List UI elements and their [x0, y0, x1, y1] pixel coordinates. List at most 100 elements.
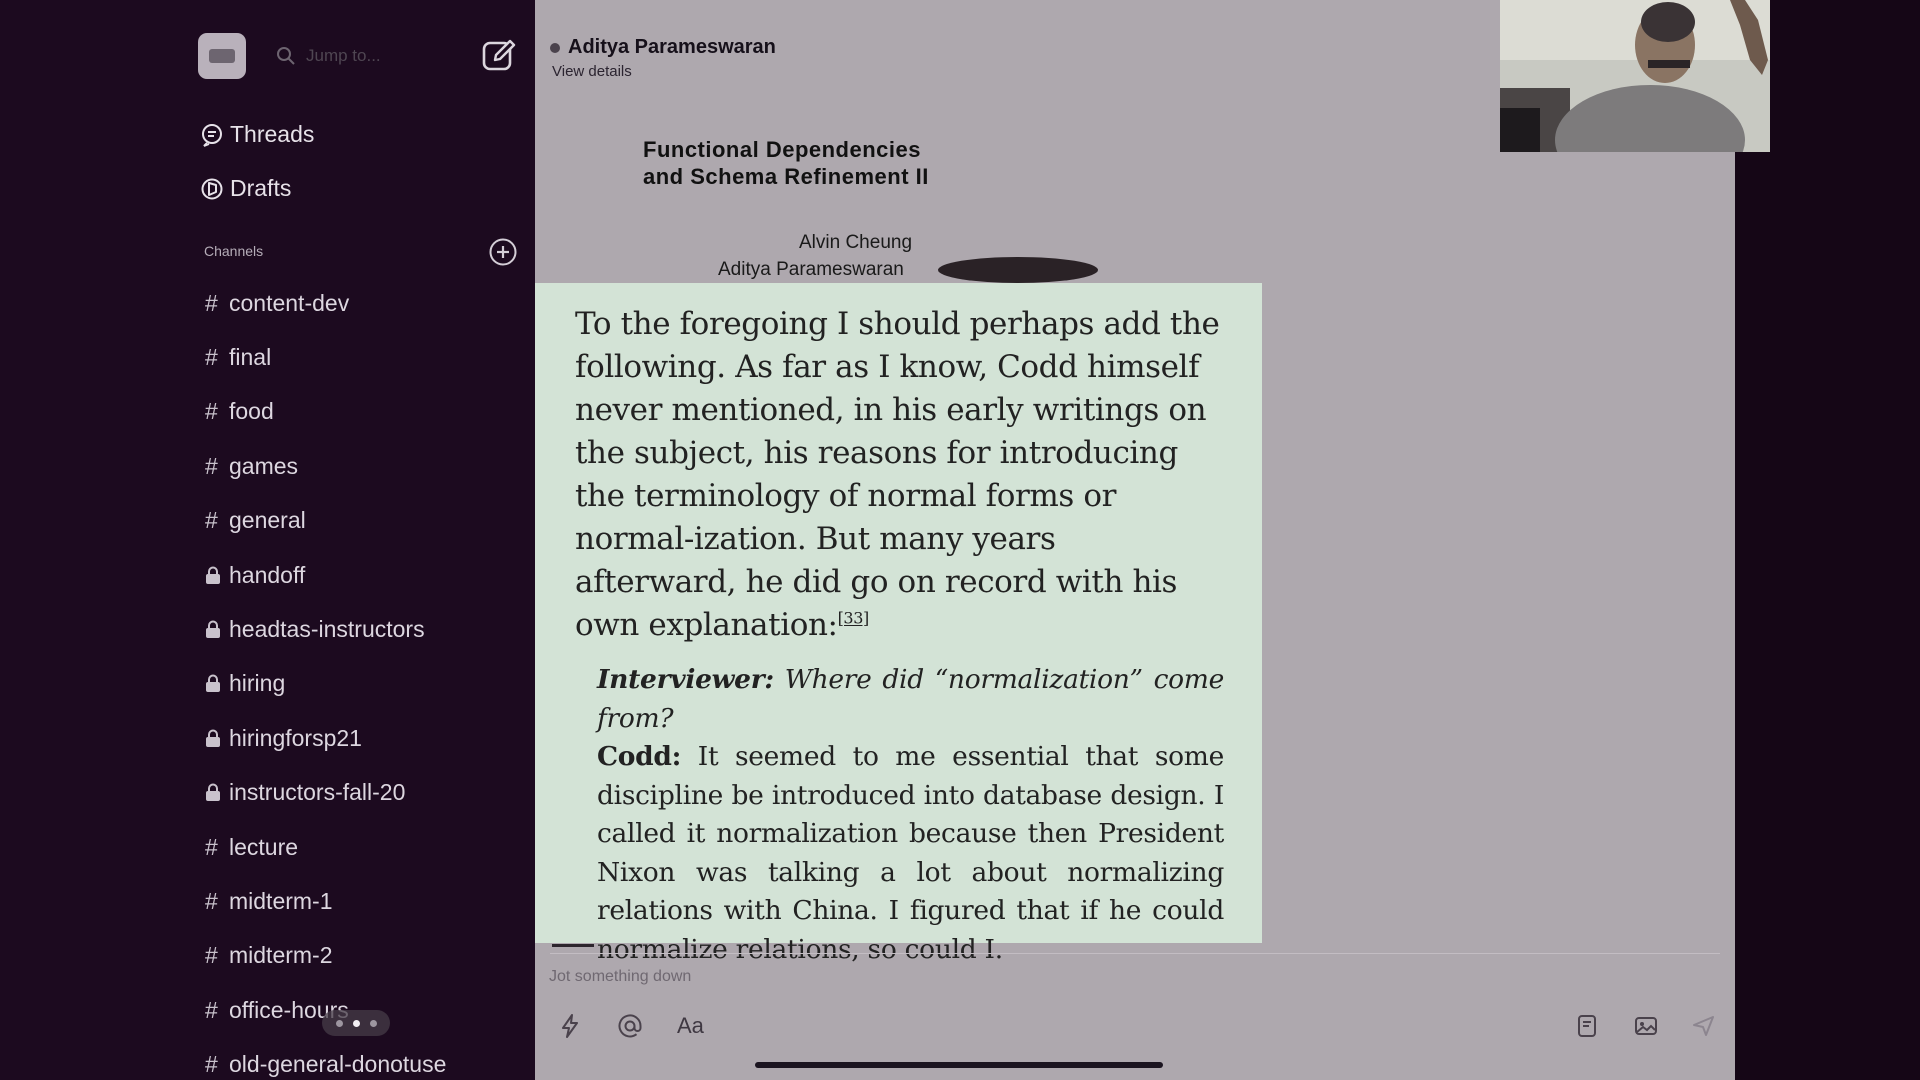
lock-icon — [206, 729, 220, 747]
search-placeholder: Jump to... — [306, 46, 381, 65]
channel-name: content-dev — [229, 289, 350, 316]
conversation-name[interactable]: Aditya Parameswaran — [568, 36, 776, 59]
scroll-marker — [552, 944, 594, 947]
lock-icon-wrap — [205, 674, 229, 693]
lock-icon — [206, 566, 220, 584]
image-icon[interactable] — [1633, 1013, 1659, 1039]
codd-line: Codd: It seemed to me essential that som… — [597, 738, 1224, 969]
channel-name: final — [229, 343, 272, 370]
channel-item[interactable]: # games — [205, 449, 298, 483]
nav-drafts[interactable]: Drafts — [200, 175, 291, 202]
channel-item[interactable]: instructors-fall-20 — [205, 776, 405, 810]
slide-title-line2: and Schema Refinement II — [643, 164, 929, 189]
channels-header[interactable]: Channels — [204, 243, 263, 259]
interviewer-line: Interviewer: Where did “normalization” c… — [597, 661, 1224, 738]
page-indicator — [322, 1010, 390, 1036]
codd-label: Codd: — [597, 741, 682, 772]
hash-icon: # — [205, 833, 218, 860]
hash-icon: # — [205, 343, 218, 370]
lock-icon-wrap — [205, 566, 229, 585]
channel-name: midterm-1 — [229, 887, 333, 914]
lock-icon-wrap — [205, 729, 229, 748]
composer-actions — [1575, 1013, 1717, 1039]
quote-card: To the foregoing I should perhaps add th… — [535, 283, 1262, 965]
main-pane: Aditya Parameswaran View details Functio… — [535, 0, 1735, 1080]
slide-title: Functional Dependencies and Schema Refin… — [643, 136, 929, 190]
hash-icon: # — [205, 289, 218, 316]
channel-item[interactable]: # final — [205, 340, 271, 374]
footnote-ref: [33] — [837, 608, 870, 628]
composer-toolbar: Aa — [557, 1013, 704, 1039]
drafts-icon — [201, 178, 223, 199]
channel-name: old-general-donotuse — [229, 1051, 447, 1078]
page-dot — [369, 1019, 377, 1027]
channel-item[interactable]: handoff — [205, 558, 305, 592]
channel-item[interactable]: # general — [205, 504, 306, 538]
hash-icon: # — [205, 942, 218, 969]
page-dot — [335, 1019, 343, 1027]
channel-item[interactable]: hiringforsp21 — [205, 721, 362, 755]
mention-icon[interactable] — [617, 1013, 643, 1039]
channel-name: games — [229, 452, 299, 479]
hash-icon: # — [205, 452, 218, 479]
slide-author: Alvin Cheung — [799, 232, 913, 253]
channel-name: hiring — [229, 670, 286, 697]
hash-icon: # — [205, 1051, 218, 1078]
send-icon[interactable] — [1691, 1013, 1717, 1039]
interview-block: Interviewer: Where did “normalization” c… — [597, 661, 1224, 969]
threads-icon — [202, 123, 222, 147]
home-indicator — [755, 1062, 1163, 1068]
conversation-header: Aditya Parameswaran View details — [550, 36, 776, 80]
add-channel-icon[interactable] — [488, 237, 518, 267]
format-text-button[interactable]: Aa — [677, 1013, 704, 1039]
channel-item[interactable]: # old-general-donotuse — [205, 1048, 446, 1080]
nav-threads-label: Threads — [230, 121, 315, 147]
slide-author: Aditya Parameswaran — [718, 259, 904, 280]
lock-icon — [206, 620, 220, 638]
channel-item[interactable]: # content-dev — [205, 286, 349, 320]
participant-video-frame — [1500, 0, 1770, 152]
channel-item[interactable]: # midterm-2 — [205, 939, 333, 973]
lock-icon-wrap — [205, 783, 229, 802]
video-thumbnail[interactable] — [1500, 0, 1770, 152]
workspace-icon[interactable] — [198, 33, 246, 79]
search-icon — [277, 47, 295, 65]
lock-icon — [206, 674, 220, 693]
compose-icon[interactable] — [480, 36, 518, 74]
hash-icon: # — [205, 996, 218, 1023]
slide-title-line1: Functional Dependencies — [643, 137, 921, 162]
shortcuts-lightning-icon[interactable] — [557, 1013, 583, 1039]
composer-divider — [550, 953, 1720, 954]
right-gutter — [1735, 152, 1920, 1080]
channel-name: headtas-instructors — [229, 615, 425, 642]
view-details-link[interactable]: View details — [552, 63, 776, 80]
lock-icon — [206, 783, 220, 802]
channel-item[interactable]: # food — [205, 395, 274, 429]
sidebar: Jump to... Threads Drafts Channels # cont… — [0, 0, 535, 1080]
channel-item[interactable]: # midterm-1 — [205, 884, 333, 918]
channel-name: food — [229, 398, 274, 425]
quote-body-text: To the foregoing I should perhaps add th… — [575, 306, 1220, 643]
nav-drafts-label: Drafts — [230, 175, 292, 201]
interviewer-label: Interviewer: — [597, 664, 774, 695]
search-input[interactable]: Jump to... — [276, 42, 446, 70]
quote-body: To the foregoing I should perhaps add th… — [575, 303, 1224, 647]
channel-name: handoff — [229, 561, 306, 588]
channel-name: hiringforsp21 — [229, 724, 362, 751]
attach-file-icon[interactable] — [1575, 1013, 1601, 1039]
nav-threads[interactable]: Threads — [200, 121, 314, 148]
channel-item[interactable]: # lecture — [205, 830, 298, 864]
hash-icon: # — [205, 398, 218, 425]
hash-icon: # — [205, 887, 218, 914]
speaker-photo-placeholder — [938, 257, 1098, 283]
codd-answer: It seemed to me essential that some disc… — [597, 741, 1225, 965]
channel-name: general — [229, 507, 306, 534]
message-input[interactable]: Jot something down — [549, 968, 691, 986]
channel-name: midterm-2 — [229, 942, 333, 969]
hash-icon: # — [205, 507, 218, 534]
channel-item[interactable]: headtas-instructors — [205, 612, 425, 646]
presence-indicator — [550, 42, 560, 53]
top-right-strip — [1770, 0, 1920, 152]
channel-name: lecture — [229, 833, 299, 860]
channel-item[interactable]: hiring — [205, 667, 285, 701]
